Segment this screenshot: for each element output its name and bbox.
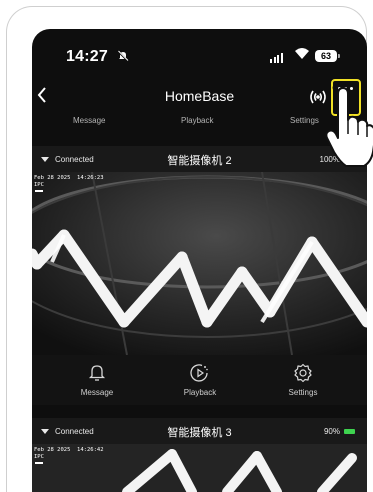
- video-timestamp: Feb 28 2025 14:26:42: [34, 447, 104, 453]
- camera-video-feed[interactable]: Feb 28 2025 14:26:23 IPC: [32, 172, 367, 355]
- camera-controls: Message Playback Settings: [32, 355, 367, 405]
- camera-header[interactable]: Connected 智能摄像机 2 100%: [32, 146, 367, 172]
- tab-playback[interactable]: Playback: [181, 116, 213, 125]
- playback-icon: [190, 364, 208, 382]
- video-timestamp: Feb 28 2025 14:26:23: [34, 175, 104, 181]
- top-tab-bar: Message Playback Settings: [32, 116, 367, 130]
- message-label: Message: [80, 388, 114, 397]
- mute-bell-icon: [117, 50, 129, 65]
- phone-screen: 14:27 63 HomeBase Message Playback Setti…: [32, 29, 367, 492]
- status-time: 14:27: [66, 48, 108, 65]
- osd-signal-bar: [35, 462, 43, 464]
- navigation-bar: HomeBase: [32, 84, 367, 112]
- message-button[interactable]: Message: [62, 363, 132, 397]
- camera-video-feed[interactable]: Feb 28 2025 14:26:42 IPC: [32, 444, 367, 492]
- status-bar: 14:27 63: [32, 29, 367, 75]
- video-osd-label: IPC: [34, 182, 44, 188]
- camera-battery-percent: 90%: [323, 427, 340, 436]
- battery-indicator: 63: [315, 50, 340, 62]
- camera-header[interactable]: Connected 智能摄像机 3 90%: [32, 418, 367, 444]
- playback-label: Playback: [183, 388, 217, 397]
- gear-icon: [294, 363, 312, 383]
- bell-icon: [88, 365, 106, 381]
- battery-icon: [344, 429, 355, 434]
- camera-name: 智能摄像机 2: [167, 155, 232, 167]
- tap-hand-icon: [325, 86, 373, 167]
- osd-signal-bar: [35, 190, 43, 192]
- video-osd-label: IPC: [34, 454, 44, 460]
- settings-label: Settings: [288, 388, 318, 397]
- tab-message[interactable]: Message: [73, 116, 105, 125]
- wifi-icon: [294, 46, 310, 63]
- camera-battery: 90%: [324, 427, 355, 436]
- playback-button[interactable]: Playback: [165, 363, 235, 397]
- settings-button[interactable]: Settings: [268, 363, 338, 397]
- tab-settings[interactable]: Settings: [290, 116, 319, 125]
- camera-name: 智能摄像机 3: [167, 427, 232, 439]
- cellular-signal-icon: [270, 51, 283, 63]
